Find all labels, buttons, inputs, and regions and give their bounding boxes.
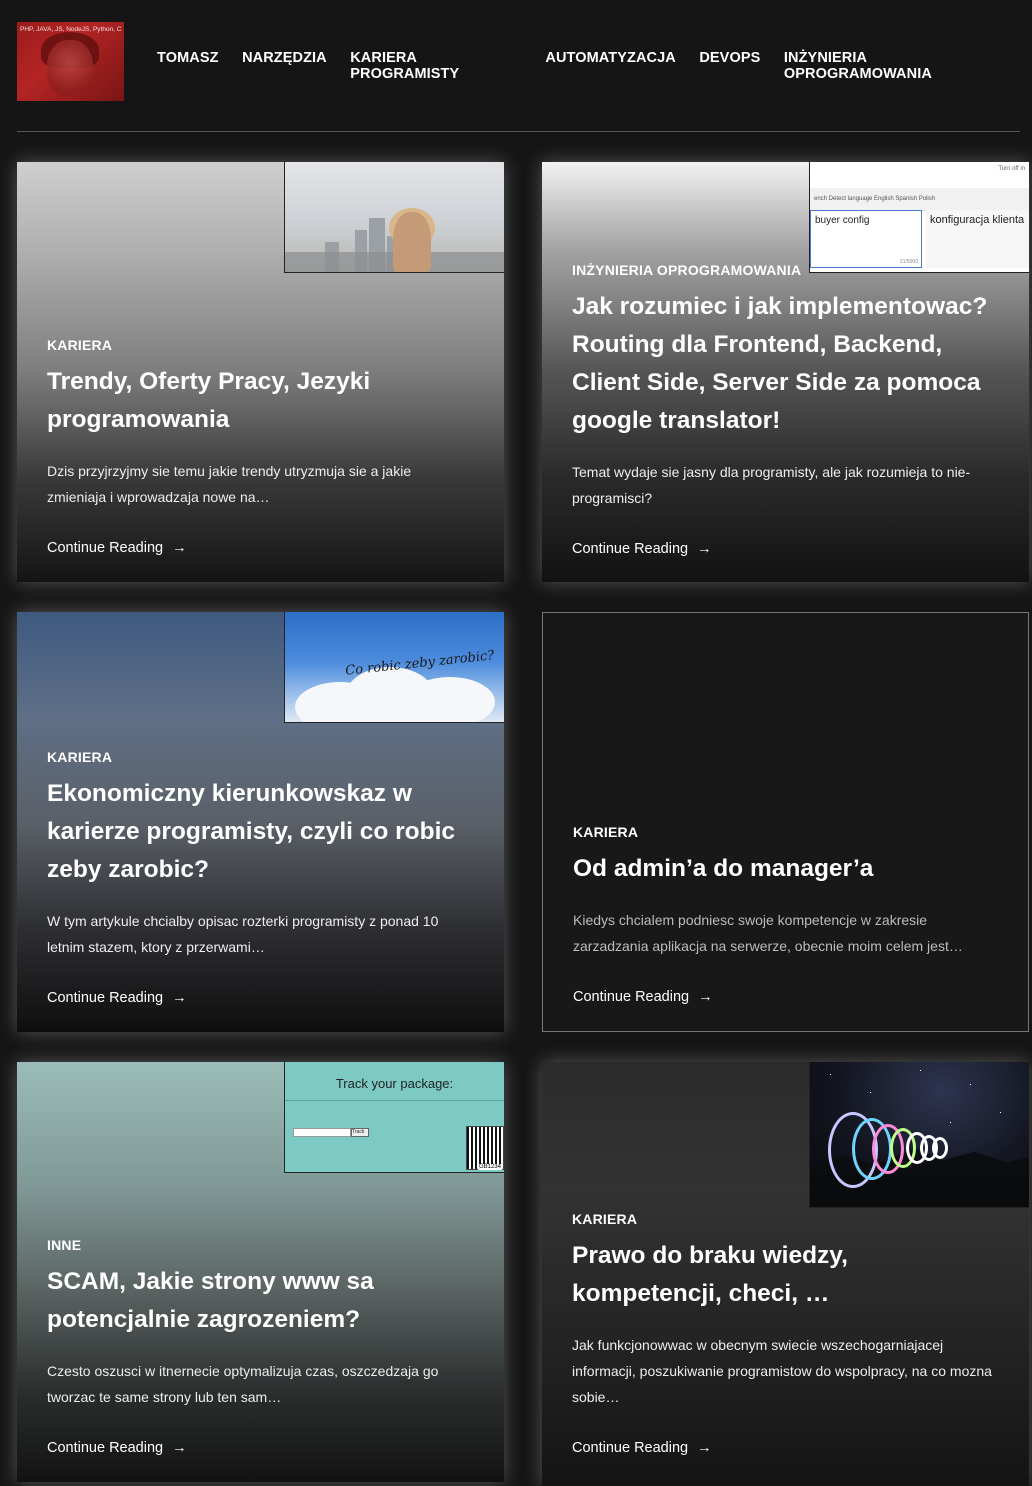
arrow-right-icon: →	[172, 540, 187, 556]
translator-language-bar: ench Detect language English Spanish Pol…	[810, 188, 1029, 211]
person-figure	[393, 212, 431, 272]
post-card[interactable]: Turn off in ench Detect language English…	[542, 162, 1029, 582]
arrow-right-icon: →	[697, 541, 712, 557]
translator-source-text: buyer config	[815, 215, 870, 226]
continue-reading-link[interactable]: Continue Reading →	[572, 541, 712, 557]
post-title[interactable]: Prawo do braku wiedzy, kompetencji, chec…	[572, 1237, 999, 1313]
continue-reading-label: Continue Reading	[572, 1440, 689, 1456]
post-excerpt: Jak funkcjonowwac w obecnym swiecie wsze…	[572, 1337, 992, 1405]
post-card[interactable]: KARIERA Prawo do braku wiedzy, kompetenc…	[542, 1062, 1029, 1486]
continue-reading-link[interactable]: Continue Reading →	[47, 1440, 187, 1456]
post-category[interactable]: INŻYNIERIA OPROGRAMOWANIA	[572, 262, 999, 278]
post-category[interactable]: INNE	[47, 1237, 474, 1253]
arrow-right-icon: →	[172, 1440, 187, 1456]
post-title[interactable]: Od admin’a do manager’a	[573, 850, 998, 888]
post-card[interactable]: KARIERA Trendy, Oferty Pracy, Jezyki pro…	[17, 162, 504, 582]
arrow-right-icon: →	[698, 989, 713, 1005]
nav-item-kariera-programisty[interactable]: KARIERA PROGRAMISTY	[350, 50, 522, 82]
nav-item-narzedzia[interactable]: NARZĘDZIA	[242, 50, 327, 82]
post-excerpt: Temat wydaje sie jasny dla programisty, …	[572, 464, 971, 506]
tracking-input-shape	[293, 1128, 351, 1137]
logo-portrait	[47, 40, 93, 96]
continue-reading-link[interactable]: Continue Reading →	[573, 989, 713, 1005]
post-thumbnail[interactable]: Track your package: Track GB1234	[284, 1062, 504, 1173]
post-excerpt: Czesto oszusci w itnernecie optymalizuja…	[47, 1363, 439, 1405]
post-thumbnail[interactable]	[809, 1062, 1029, 1208]
nav-item-inzynieria-oprogramowania[interactable]: INŻYNIERIA OPROGRAMOWANIA	[784, 50, 1009, 82]
post-card[interactable]: Track your package: Track GB1234 INNE SC…	[17, 1062, 504, 1482]
post-card[interactable]: Co robic zeby zarobic? KARIERA Ekonomicz…	[17, 612, 504, 1032]
nav-item-devops[interactable]: DEVOPS	[699, 50, 760, 82]
tracking-button-shape: Track	[351, 1128, 369, 1137]
post-category[interactable]: KARIERA	[573, 824, 998, 840]
nav-item-automatyzacja[interactable]: AUTOMATYZACJA	[545, 50, 675, 82]
continue-reading-label: Continue Reading	[573, 989, 690, 1005]
post-excerpt: W tym artykule chcialby opisac rozterki …	[47, 913, 439, 955]
post-excerpt: Kiedys chcialem podniesc swoje kompetenc…	[573, 912, 963, 954]
post-title[interactable]: Jak rozumiec i jak implementowac? Routin…	[572, 288, 999, 440]
post-category[interactable]: KARIERA	[47, 749, 474, 765]
thumb-heading: Track your package:	[335, 1076, 454, 1091]
post-thumbnail[interactable]	[284, 162, 504, 273]
translator-target-box: konfiguracja klienta	[926, 210, 1029, 268]
continue-reading-link[interactable]: Continue Reading →	[47, 990, 187, 1006]
logo-text: PHP, JAVA, JS, NodeJS, Python, C	[20, 26, 122, 33]
barcode-number: GB1234	[477, 1164, 502, 1170]
continue-reading-label: Continue Reading	[572, 541, 689, 557]
post-thumbnail[interactable]: Turn off in ench Detect language English…	[809, 162, 1029, 273]
main-navigation: TOMASZ NARZĘDZIA KARIERA PROGRAMISTY AUT…	[157, 50, 1032, 82]
nav-item-tomasz[interactable]: TOMASZ	[157, 50, 219, 82]
continue-reading-label: Continue Reading	[47, 540, 164, 556]
arrow-right-icon: →	[697, 1440, 712, 1456]
translator-source-box: buyer config 21/5000	[810, 210, 922, 268]
thumb-top-text: Turn off in	[998, 166, 1025, 172]
post-category[interactable]: KARIERA	[47, 337, 474, 353]
continue-reading-link[interactable]: Continue Reading →	[47, 540, 187, 556]
post-thumbnail[interactable]: Co robic zeby zarobic?	[284, 612, 504, 723]
header-divider	[17, 131, 1020, 132]
continue-reading-label: Continue Reading	[47, 990, 164, 1006]
site-logo[interactable]: PHP, JAVA, JS, NodeJS, Python, C	[17, 22, 124, 101]
post-title[interactable]: SCAM, Jakie strony www sa potencjalnie z…	[47, 1263, 474, 1339]
arrow-right-icon: →	[172, 990, 187, 1006]
translator-target-text: konfiguracja klienta	[930, 214, 1025, 226]
post-title[interactable]: Trendy, Oferty Pracy, Jezyki programowan…	[47, 363, 474, 439]
post-title[interactable]: Ekonomiczny kierunkowskaz w karierze pro…	[47, 775, 474, 889]
post-card[interactable]: KARIERA Od admin’a do manager’a Kiedys c…	[542, 612, 1029, 1032]
post-category[interactable]: KARIERA	[572, 1211, 999, 1227]
continue-reading-link[interactable]: Continue Reading →	[572, 1440, 712, 1456]
continue-reading-label: Continue Reading	[47, 1440, 164, 1456]
post-excerpt: Dzis przyjrzyjmy sie temu jakie trendy u…	[47, 463, 412, 505]
